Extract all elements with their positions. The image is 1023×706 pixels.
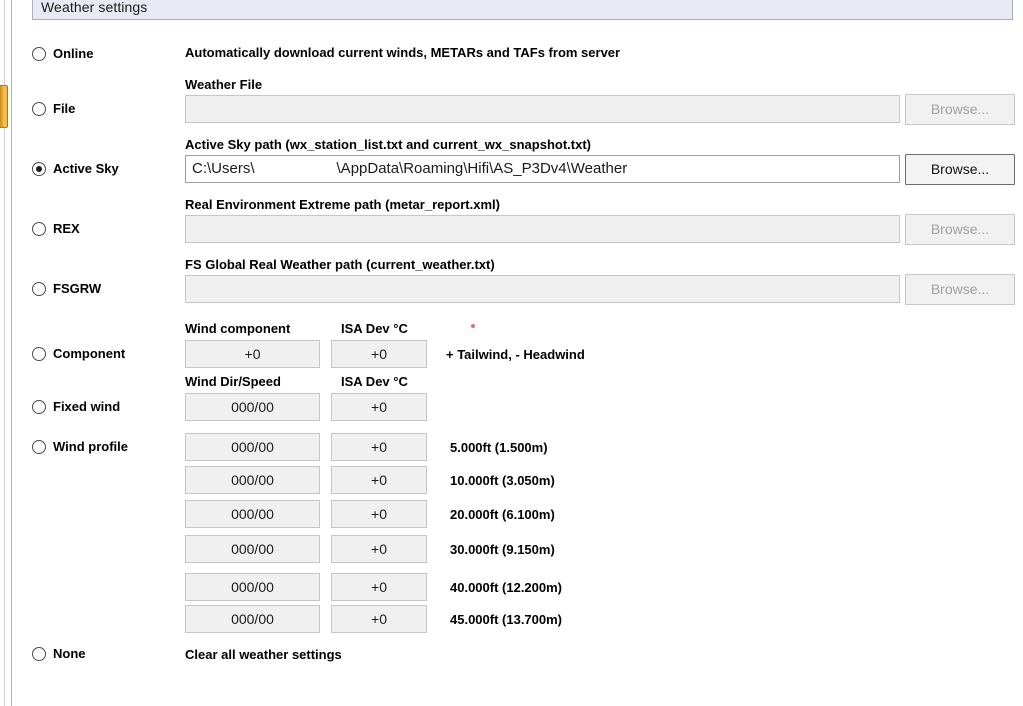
radio-label-component: Component (53, 346, 125, 361)
radio-indicator-rex[interactable] (32, 222, 46, 236)
cursor-artifact-dot (471, 324, 475, 328)
page-title: Weather settings (41, 0, 147, 15)
radio-indicator-none[interactable] (32, 647, 46, 661)
active-sky-path-value: C:\Users\ \AppData\Roaming\Hifi\AS_P3Dv4… (186, 156, 627, 182)
wind-profile-altitude-6: 45.000ft (13.700m) (450, 612, 562, 627)
weather-file-label: Weather File (185, 77, 262, 92)
wind-profile-altitude-3: 20.000ft (6.100m) (450, 507, 555, 522)
wind-profile-wind-input-4[interactable] (185, 535, 320, 563)
radio-label-file: File (53, 101, 75, 116)
wind-profile-altitude-5: 40.000ft (12.200m) (450, 580, 562, 595)
radio-option-wind-profile[interactable]: Wind profile (32, 439, 128, 454)
none-description: Clear all weather settings (185, 647, 342, 662)
window-border-inner (11, 0, 12, 706)
radio-label-active-sky: Active Sky (53, 161, 119, 176)
radio-option-file[interactable]: File (32, 101, 75, 116)
wind-profile-wind-input-3[interactable] (185, 500, 320, 528)
radio-label-fsgrw: FSGRW (53, 281, 101, 296)
wind-profile-isa-input-2[interactable] (331, 466, 427, 494)
radio-indicator-component[interactable] (32, 347, 46, 361)
rex-path-label: Real Environment Extreme path (metar_rep… (185, 197, 500, 212)
wind-profile-isa-input-5[interactable] (331, 573, 427, 601)
weather-file-input[interactable] (185, 95, 900, 123)
radio-indicator-fsgrw[interactable] (32, 282, 46, 296)
active-sky-path-suffix: \AppData\Roaming\Hifi\AS_P3Dv4\Weather (337, 160, 628, 177)
radio-label-rex: REX (53, 221, 80, 236)
fixed-wind-input[interactable] (185, 393, 320, 421)
online-description: Automatically download current winds, ME… (185, 45, 620, 60)
wind-profile-wind-input-5[interactable] (185, 573, 320, 601)
radio-indicator-fixed-wind[interactable] (32, 400, 46, 414)
wind-profile-wind-input-6[interactable] (185, 605, 320, 633)
wind-profile-wind-input-2[interactable] (185, 466, 320, 494)
component-wind-input[interactable] (185, 340, 320, 368)
radio-option-none[interactable]: None (32, 646, 86, 661)
wind-profile-wind-input-1[interactable] (185, 433, 320, 461)
radio-label-online: Online (53, 46, 93, 61)
sidebar-accent-tab[interactable] (0, 85, 8, 128)
wind-profile-altitude-2: 10.000ft (3.050m) (450, 473, 555, 488)
component-wind-hint: + Tailwind, - Headwind (446, 347, 585, 362)
wind-profile-isa-input-1[interactable] (331, 433, 427, 461)
component-isa-input[interactable] (331, 340, 427, 368)
fixed-wind-isa-input[interactable] (331, 393, 427, 421)
rex-browse-button[interactable]: Browse... (905, 214, 1015, 245)
radio-option-component[interactable]: Component (32, 346, 125, 361)
radio-option-online[interactable]: Online (32, 46, 93, 61)
radio-label-none: None (53, 646, 86, 661)
radio-indicator-online[interactable] (32, 47, 46, 61)
rex-path-input[interactable] (185, 215, 900, 243)
component-isa-header: ISA Dev °C (341, 321, 408, 336)
radio-option-rex[interactable]: REX (32, 221, 80, 236)
weather-settings-page: Weather settings Online File Active Sky … (0, 0, 1023, 706)
radio-option-active-sky[interactable]: Active Sky (32, 161, 119, 176)
active-sky-path-prefix: C:\Users\ (192, 160, 255, 177)
active-sky-path-label: Active Sky path (wx_station_list.txt and… (185, 137, 591, 152)
radio-option-fsgrw[interactable]: FSGRW (32, 281, 101, 296)
component-wind-header: Wind component (185, 321, 290, 336)
fsgrw-path-label: FS Global Real Weather path (current_wea… (185, 257, 495, 272)
wind-profile-altitude-1: 5.000ft (1.500m) (450, 440, 548, 455)
wind-profile-altitude-4: 30.000ft (9.150m) (450, 542, 555, 557)
radio-label-wind-profile: Wind profile (53, 439, 128, 454)
wind-profile-isa-input-6[interactable] (331, 605, 427, 633)
weather-settings-group-header: Weather settings (32, 0, 1013, 20)
active-sky-path-redacted-username (255, 156, 337, 182)
fsgrw-browse-button[interactable]: Browse... (905, 274, 1015, 305)
weather-file-browse-button[interactable]: Browse... (905, 94, 1015, 125)
wind-profile-isa-input-4[interactable] (331, 535, 427, 563)
fixed-wind-isa-header: ISA Dev °C (341, 374, 408, 389)
radio-label-fixed-wind: Fixed wind (53, 399, 120, 414)
fsgrw-path-input[interactable] (185, 275, 900, 303)
radio-indicator-file[interactable] (32, 102, 46, 116)
active-sky-path-input[interactable]: C:\Users\ \AppData\Roaming\Hifi\AS_P3Dv4… (185, 155, 900, 183)
radio-indicator-active-sky[interactable] (32, 162, 46, 176)
wind-profile-isa-input-3[interactable] (331, 500, 427, 528)
radio-option-fixed-wind[interactable]: Fixed wind (32, 399, 120, 414)
fixed-wind-header: Wind Dir/Speed (185, 374, 281, 389)
radio-indicator-wind-profile[interactable] (32, 440, 46, 454)
active-sky-browse-button[interactable]: Browse... (905, 154, 1015, 185)
